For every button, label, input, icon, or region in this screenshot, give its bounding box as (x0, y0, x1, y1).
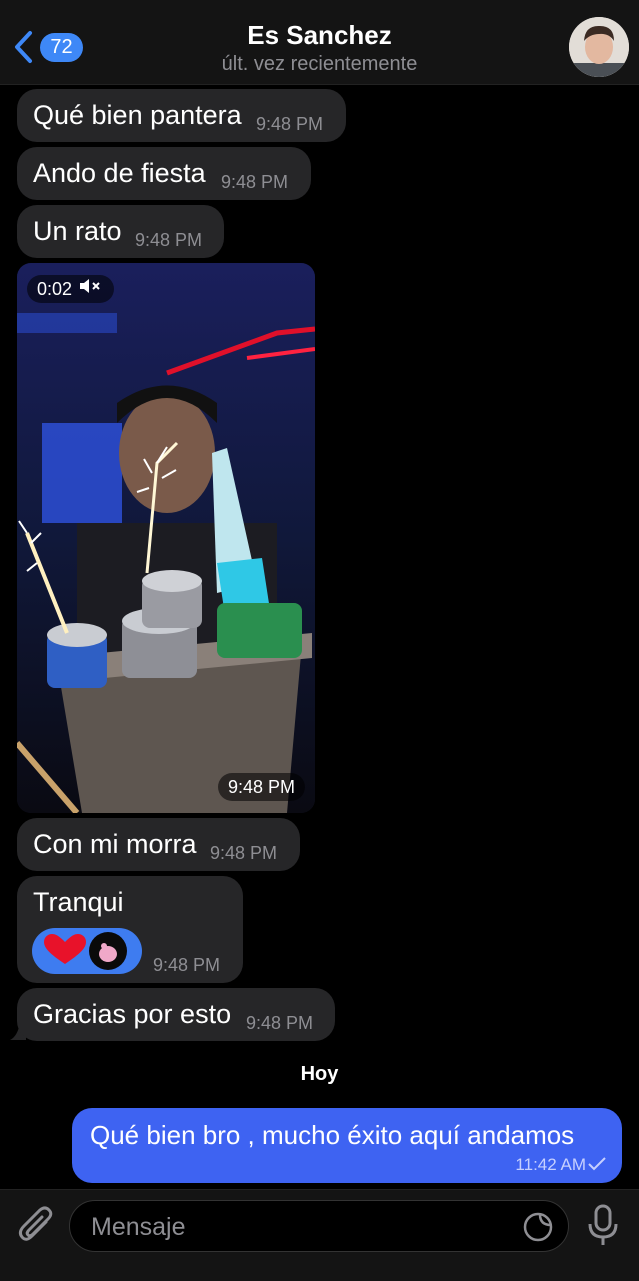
message-text: Tranqui (33, 887, 124, 917)
outgoing-message-bubble[interactable]: Qué bien bro , mucho éxito aquí andamos … (72, 1108, 622, 1183)
message-input[interactable]: Mensaje (69, 1200, 569, 1252)
message-text: Qué bien bro , mucho éxito aquí andamos (90, 1120, 575, 1150)
incoming-message-bubble[interactable]: Un rato 9:48 PM (17, 205, 224, 258)
message-text: Ando de fiesta (33, 158, 206, 188)
message-text: Un rato (33, 216, 122, 246)
composer-bar: Mensaje (0, 1189, 639, 1281)
video-duration: 0:02 (37, 279, 73, 299)
paperclip-icon[interactable] (16, 1204, 56, 1248)
video-thumbnail (17, 263, 315, 813)
video-duration-pill: 0:02 (27, 275, 115, 303)
message-time: 11:42 AM (515, 1155, 586, 1174)
reactions-pill[interactable] (32, 928, 142, 974)
message-text: Qué bien pantera (33, 100, 242, 130)
message-time: 9:48 PM (210, 843, 278, 863)
message-text: Gracias por esto (33, 999, 232, 1029)
incoming-message-bubble[interactable]: Gracias por esto 9:48 PM (17, 988, 335, 1041)
contact-name[interactable]: Es Sanchez (0, 20, 639, 51)
last-seen-status: últ. vez recientemente (221, 53, 418, 75)
message-time: 9:48 PM (246, 1013, 314, 1033)
message-time: 9:48 PM (256, 114, 324, 134)
incoming-message-bubble[interactable]: Qué bien pantera 9:48 PM (17, 89, 346, 142)
sticker-icon[interactable] (522, 1211, 554, 1243)
heart-reaction-icon (44, 934, 86, 964)
incoming-message-bubble[interactable]: Con mi morra 9:48 PM (17, 818, 300, 871)
message-time: 9:48 PM (135, 230, 203, 250)
video-message[interactable]: 0:02 9:48 PM (17, 263, 315, 813)
message-text: Con mi morra (33, 829, 197, 859)
microphone-icon[interactable] (585, 1204, 621, 1248)
contact-avatar[interactable] (569, 17, 629, 77)
date-separator: Hoy (300, 1063, 339, 1085)
message-time: 9:48 PM (221, 172, 289, 192)
incoming-message-bubble[interactable]: Ando de fiesta 9:48 PM (17, 147, 311, 200)
message-input-placeholder: Mensaje (91, 1213, 186, 1241)
incoming-message-bubble[interactable]: Tranqui 9:48 PM (17, 876, 243, 983)
message-time: 9:48 PM (217, 773, 305, 801)
sent-check-icon (588, 1157, 606, 1171)
chat-header: 72 Es Sanchez últ. vez recientemente (0, 0, 639, 85)
muted-speaker-icon[interactable] (78, 275, 104, 303)
message-time: 9:48 PM (153, 955, 221, 975)
